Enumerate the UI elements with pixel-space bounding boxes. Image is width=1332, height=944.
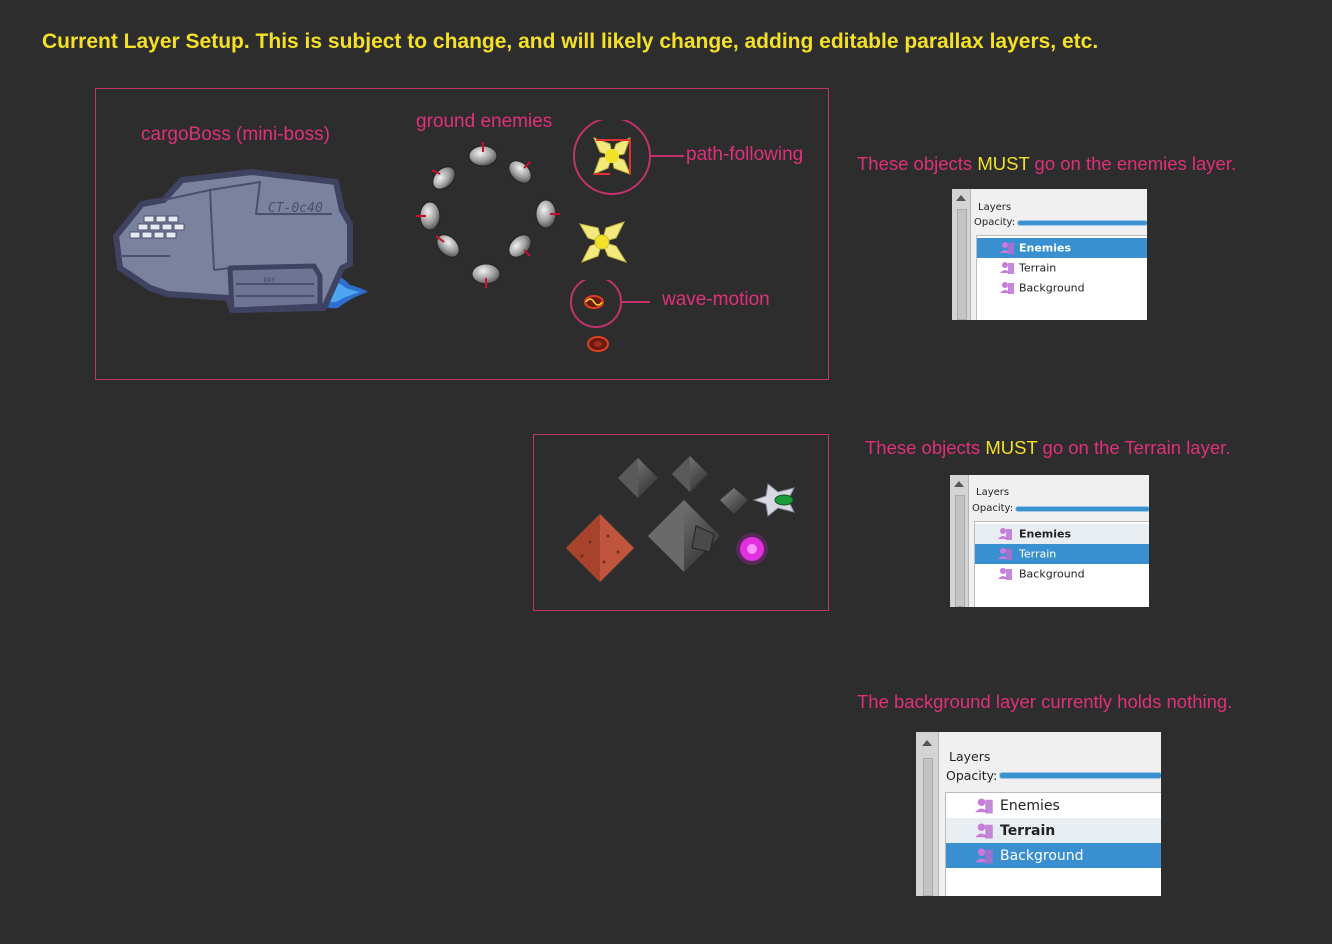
layer-row-terrain[interactable]: Terrain xyxy=(946,818,1161,843)
scrollbar-track[interactable] xyxy=(957,209,967,320)
layer-row-terrain[interactable]: Terrain xyxy=(975,544,1149,564)
layer-label: Background xyxy=(1000,847,1084,864)
opacity-slider[interactable] xyxy=(1016,507,1149,511)
page-title: Current Layer Setup. This is subject to … xyxy=(42,30,1099,53)
layer-row-background[interactable]: Background xyxy=(975,564,1149,584)
panel-scrollbar[interactable] xyxy=(950,475,969,607)
note-text: go on the enemies layer. xyxy=(1029,153,1237,174)
layer-label: Terrain xyxy=(1019,547,1057,561)
wave-motion-enemy-sprite xyxy=(570,280,650,352)
layers-panel-background: Layers Opacity: Enemies Terrain Backgrou… xyxy=(916,732,1161,896)
layer-label: Enemies xyxy=(1019,241,1072,255)
terrain-layer-note: These objects MUST go on the Terrain lay… xyxy=(865,437,1230,459)
terrain-sprites xyxy=(566,456,795,582)
scroll-up-arrow-icon[interactable] xyxy=(956,195,966,201)
panel-header: Layers xyxy=(949,749,991,764)
panel-header: Layers xyxy=(976,487,1010,498)
layer-icon xyxy=(975,798,993,813)
ship-hull-text: CT-0c40 xyxy=(268,201,323,216)
panel-scrollbar[interactable] xyxy=(916,732,939,896)
opacity-slider[interactable] xyxy=(1018,221,1147,225)
layer-row-terrain[interactable]: Terrain xyxy=(977,258,1147,278)
layers-panel-enemies: Layers Opacity: Enemies Terrain Backgrou… xyxy=(952,189,1147,320)
layer-row-enemies[interactable]: Enemies xyxy=(977,238,1147,258)
scroll-up-arrow-icon[interactable] xyxy=(922,740,932,746)
panel-scrollbar[interactable] xyxy=(952,189,971,320)
panel-header: Layers xyxy=(978,202,1012,213)
layer-icon xyxy=(1000,282,1014,294)
layer-icon xyxy=(998,568,1012,580)
layer-row-background[interactable]: Background xyxy=(946,843,1161,868)
layer-row-enemies[interactable]: Enemies xyxy=(975,524,1149,544)
layer-label: Background xyxy=(1019,281,1085,295)
note-text: These objects xyxy=(857,153,978,174)
layer-label: Terrain xyxy=(1000,822,1056,839)
cargo-boss-sprite: DAY CT-0c40 xyxy=(113,169,368,313)
path-following-enemy-sprite xyxy=(573,120,684,263)
layer-icon xyxy=(975,848,993,863)
layer-icon xyxy=(998,528,1012,540)
ground-enemies-label: ground enemies xyxy=(416,111,553,132)
layer-label: Enemies xyxy=(1019,527,1072,541)
opacity-label: Opacity: xyxy=(974,217,1016,228)
layer-icon xyxy=(1000,262,1014,274)
scroll-up-arrow-icon[interactable] xyxy=(954,481,964,487)
layer-label: Background xyxy=(1019,567,1085,581)
layer-list: Enemies Terrain Background xyxy=(945,792,1161,896)
scrollbar-track[interactable] xyxy=(923,758,933,896)
layer-row-enemies[interactable]: Enemies xyxy=(946,793,1161,818)
opacity-label: Opacity: xyxy=(946,768,998,783)
note-emphasis: MUST xyxy=(985,437,1038,458)
opacity-slider[interactable] xyxy=(1000,773,1161,778)
layers-panel-terrain: Layers Opacity: Enemies Terrain Backgrou… xyxy=(950,475,1149,607)
wave-motion-label: wave-motion xyxy=(662,289,770,310)
layer-row-background[interactable]: Background xyxy=(977,278,1147,298)
opacity-label: Opacity: xyxy=(972,503,1014,514)
layer-list: Enemies Terrain Background xyxy=(974,521,1149,607)
note-text: go on the Terrain layer. xyxy=(1037,437,1231,458)
cargo-boss-label: cargoBoss (mini-boss) xyxy=(141,124,330,145)
note-text: These objects xyxy=(865,437,986,458)
layer-icon xyxy=(975,823,993,838)
layer-list: Enemies Terrain Background xyxy=(976,235,1147,320)
ship-thruster-text: DAY xyxy=(264,277,275,284)
scrollbar-track[interactable] xyxy=(955,495,965,607)
layer-label: Terrain xyxy=(1019,261,1057,275)
layer-icon xyxy=(1000,242,1014,254)
note-emphasis: MUST xyxy=(977,153,1030,174)
ground-enemies-sprites xyxy=(416,142,560,288)
layer-icon xyxy=(998,548,1012,560)
layer-label: Enemies xyxy=(1000,797,1060,814)
path-following-label: path-following xyxy=(686,144,804,165)
background-layer-note: The background layer currently holds not… xyxy=(857,691,1233,712)
enemies-layer-note: These objects MUST go on the enemies lay… xyxy=(857,153,1236,175)
